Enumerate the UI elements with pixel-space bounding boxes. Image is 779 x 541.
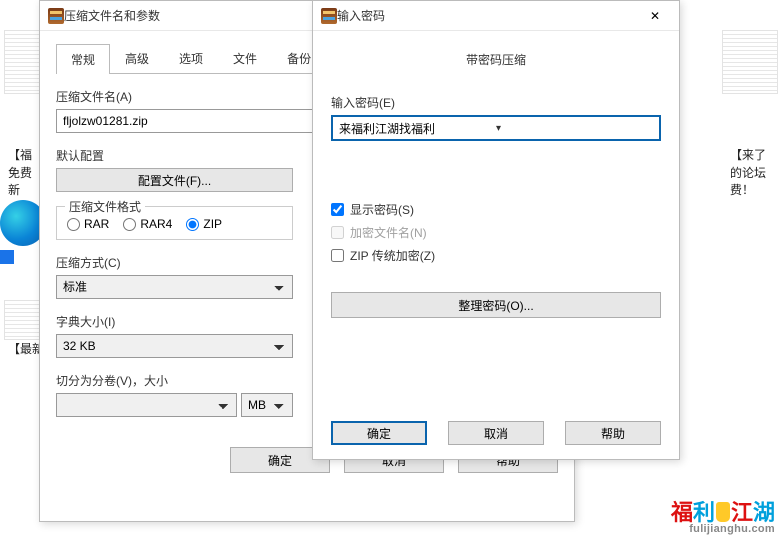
zip-legacy-checkbox[interactable]: ZIP 传统加密(Z)	[331, 247, 661, 264]
organize-passwords-button[interactable]: 整理密码(O)...	[331, 292, 661, 318]
winrar-icon	[321, 8, 337, 24]
format-legend: 压缩文件格式	[65, 198, 145, 215]
tab-files[interactable]: 文件	[218, 43, 272, 73]
compression-method-select[interactable]: 标准	[56, 275, 293, 299]
dialog-footer: 确定 取消 帮助	[331, 401, 661, 445]
split-unit-select[interactable]: MB	[241, 393, 293, 417]
close-icon: ✕	[650, 9, 660, 23]
ok-button[interactable]: 确定	[331, 421, 427, 445]
desktop-file-3-label: 【来了 的论坛 费！	[730, 146, 766, 199]
tab-general[interactable]: 常规	[56, 44, 110, 74]
enter-password-dialog: 输入密码 ✕ 带密码压缩 输入密码(E) 来福利江湖找福利 ▾ 显示密码(S) …	[312, 0, 680, 460]
password-value: 来福利江湖找福利	[339, 120, 496, 137]
desktop-file-3[interactable]	[718, 30, 779, 98]
split-size-select[interactable]	[56, 393, 237, 417]
desktop-file-1-label: 【福 免费 新	[8, 146, 32, 199]
format-zip-radio[interactable]: ZIP	[186, 217, 222, 231]
close-button[interactable]: ✕	[635, 2, 675, 30]
dictionary-size-select[interactable]: 32 KB	[56, 334, 293, 358]
chevron-down-icon[interactable]: ▾	[496, 123, 653, 134]
winrar-icon	[48, 8, 64, 24]
cancel-button[interactable]: 取消	[448, 421, 544, 445]
password-input[interactable]: 来福利江湖找福利 ▾	[331, 115, 661, 141]
tab-advanced[interactable]: 高级	[110, 43, 164, 73]
dialog-subtitle: 带密码压缩	[331, 51, 661, 68]
shortcut-arrow-icon	[0, 250, 14, 264]
compression-method-label: 压缩方式(C)	[56, 254, 293, 271]
encrypt-filenames-checkbox: 加密文件名(N)	[331, 224, 661, 241]
help-button[interactable]: 帮助	[565, 421, 661, 445]
enter-password-label: 输入密码(E)	[331, 94, 661, 111]
tab-options[interactable]: 选项	[164, 43, 218, 73]
show-password-checkbox[interactable]: 显示密码(S)	[331, 201, 661, 218]
format-rar4-radio[interactable]: RAR4	[123, 217, 172, 231]
split-volumes-label: 切分为分卷(V)，大小	[56, 372, 293, 389]
doc-icon	[722, 30, 778, 94]
profiles-button[interactable]: 配置文件(F)...	[56, 168, 293, 192]
format-groupbox: 压缩文件格式 RAR RAR4 ZIP	[56, 206, 293, 240]
window-title: 输入密码	[337, 7, 635, 24]
format-rar-radio[interactable]: RAR	[67, 217, 109, 231]
dictionary-size-label: 字典大小(I)	[56, 313, 293, 330]
titlebar[interactable]: 输入密码 ✕	[313, 1, 679, 31]
watermark: 福利江湖 fulijianghu.com	[671, 495, 775, 535]
default-profile-label: 默认配置	[56, 147, 293, 164]
